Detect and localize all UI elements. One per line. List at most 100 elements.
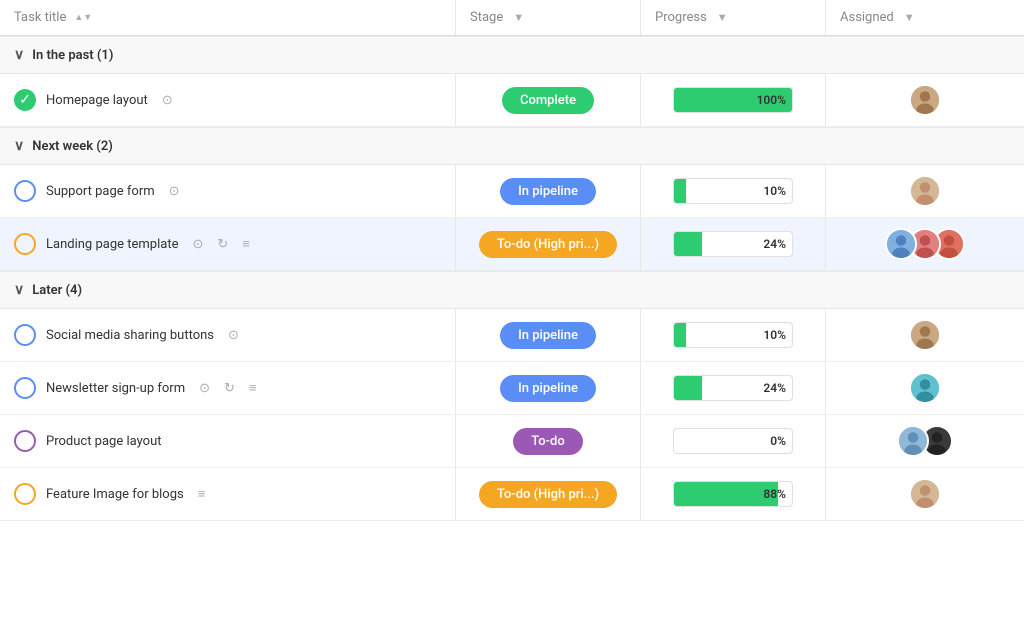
stage-cell: In pipeline (455, 165, 640, 217)
progress-fill (674, 232, 702, 256)
task-title-cell: Newsletter sign-up form ⊙ ↻ ≡ (0, 362, 455, 414)
assigned-cell (825, 415, 1024, 467)
status-complete-icon[interactable]: ✓ (14, 89, 36, 111)
task-title-cell: Product page layout (0, 415, 455, 467)
assigned-dropdown-icon[interactable]: ▼ (904, 11, 915, 24)
progress-bar: 0% (673, 428, 793, 454)
group-header-later[interactable]: ∨ Later (4) (0, 271, 1024, 309)
progress-bar: 24% (673, 231, 793, 257)
status-in-progress-icon[interactable] (14, 180, 36, 202)
progress-cell: 10% (640, 165, 825, 217)
stage-badge-todo: To-do (513, 428, 583, 455)
progress-cell: 88% (640, 468, 825, 520)
status-todo-icon[interactable] (14, 430, 36, 452)
assigned-cell (825, 468, 1024, 520)
stage-dropdown-icon[interactable]: ▼ (513, 11, 524, 24)
progress-label: 24% (763, 237, 786, 251)
progress-label: 10% (763, 328, 786, 342)
progress-fill (674, 482, 778, 506)
avatar (909, 175, 941, 207)
status-in-progress-orange-icon[interactable] (14, 233, 36, 255)
progress-dropdown-icon[interactable]: ▼ (717, 11, 728, 24)
progress-label: 88% (763, 487, 786, 501)
list-icon: ≡ (198, 486, 206, 502)
avatar-group (909, 372, 941, 404)
progress-cell: 0% (640, 415, 825, 467)
table-row: Landing page template ⊙ ↻ ≡ To-do (High … (0, 218, 1024, 271)
table-row: Social media sharing buttons ⊙ In pipeli… (0, 309, 1024, 362)
progress-bar: 24% (673, 375, 793, 401)
stage-cell: In pipeline (455, 362, 640, 414)
task-title: Feature Image for blogs (46, 487, 184, 502)
avatar-group (909, 84, 941, 116)
avatar (885, 228, 917, 260)
avatar (909, 372, 941, 404)
group-header-next-week[interactable]: ∨ Next week (2) (0, 127, 1024, 165)
stage-badge-complete: Complete (502, 87, 594, 114)
chevron-down-icon: ∨ (14, 282, 24, 298)
task-title: Landing page template (46, 237, 178, 252)
table-row: Newsletter sign-up form ⊙ ↻ ≡ In pipelin… (0, 362, 1024, 415)
task-title-cell: ✓ Homepage layout ⊙ (0, 74, 455, 126)
col-header-stage[interactable]: Stage ▼ (455, 0, 640, 35)
chevron-down-icon: ∨ (14, 138, 24, 154)
avatar-group (897, 425, 953, 457)
link-icon: ⊙ (192, 237, 203, 252)
progress-fill (674, 376, 702, 400)
task-table: Task title ▲▼ Stage ▼ Progress ▼ Assigne… (0, 0, 1024, 521)
group-label-past: In the past (1) (32, 48, 113, 63)
progress-label: 0% (770, 434, 786, 448)
progress-cell: 24% (640, 218, 825, 270)
stage-badge-in-pipeline: In pipeline (500, 322, 596, 349)
col-header-progress[interactable]: Progress ▼ (640, 0, 825, 35)
group-header-past[interactable]: ∨ In the past (1) (0, 36, 1024, 74)
progress-label: 10% (763, 184, 786, 198)
progress-label: 24% (763, 381, 786, 395)
task-title-cell: Feature Image for blogs ≡ (0, 468, 455, 520)
table-row: Feature Image for blogs ≡ To-do (High pr… (0, 468, 1024, 521)
stage-cell: In pipeline (455, 309, 640, 361)
stage-cell: To-do (455, 415, 640, 467)
col-header-assigned[interactable]: Assigned ▼ (825, 0, 1024, 35)
avatar (909, 84, 941, 116)
avatar-group (909, 478, 941, 510)
progress-fill (674, 323, 686, 347)
group-label-later: Later (4) (32, 283, 82, 298)
task-title: Homepage layout (46, 93, 148, 108)
assigned-cell (825, 74, 1024, 126)
table-row: ✓ Homepage layout ⊙ Complete 100% (0, 74, 1024, 127)
link-icon: ⊙ (169, 184, 180, 199)
status-in-progress-orange-icon[interactable] (14, 483, 36, 505)
list-icon: ≡ (249, 380, 257, 396)
table-row: Product page layout To-do 0% (0, 415, 1024, 468)
status-in-progress-icon[interactable] (14, 377, 36, 399)
list-icon: ≡ (242, 236, 250, 252)
avatar (897, 425, 929, 457)
avatar (909, 319, 941, 351)
task-title-cell: Support page form ⊙ (0, 165, 455, 217)
stage-cell: To-do (High pri...) (455, 218, 640, 270)
assigned-cell (825, 218, 1024, 270)
task-title: Social media sharing buttons (46, 328, 214, 343)
table-row: Support page form ⊙ In pipeline 10% (0, 165, 1024, 218)
progress-cell: 10% (640, 309, 825, 361)
progress-bar: 100% (673, 87, 793, 113)
task-title-cell: Landing page template ⊙ ↻ ≡ (0, 218, 455, 270)
avatar (909, 478, 941, 510)
table-header: Task title ▲▼ Stage ▼ Progress ▼ Assigne… (0, 0, 1024, 36)
col-header-task-title[interactable]: Task title ▲▼ (0, 0, 455, 35)
stage-cell: Complete (455, 74, 640, 126)
task-title: Support page form (46, 184, 155, 199)
status-in-progress-icon[interactable] (14, 324, 36, 346)
link-icon: ⊙ (228, 328, 239, 343)
progress-fill (674, 179, 686, 203)
avatar-group (909, 175, 941, 207)
task-title-cell: Social media sharing buttons ⊙ (0, 309, 455, 361)
col1-label: Task title (14, 10, 66, 25)
link-icon: ⊙ (199, 381, 210, 396)
task-title: Product page layout (46, 434, 162, 449)
sort-icon[interactable]: ▲▼ (74, 12, 92, 23)
stage-badge-in-pipeline: In pipeline (500, 178, 596, 205)
avatar-group (909, 319, 941, 351)
chevron-down-icon: ∨ (14, 47, 24, 63)
